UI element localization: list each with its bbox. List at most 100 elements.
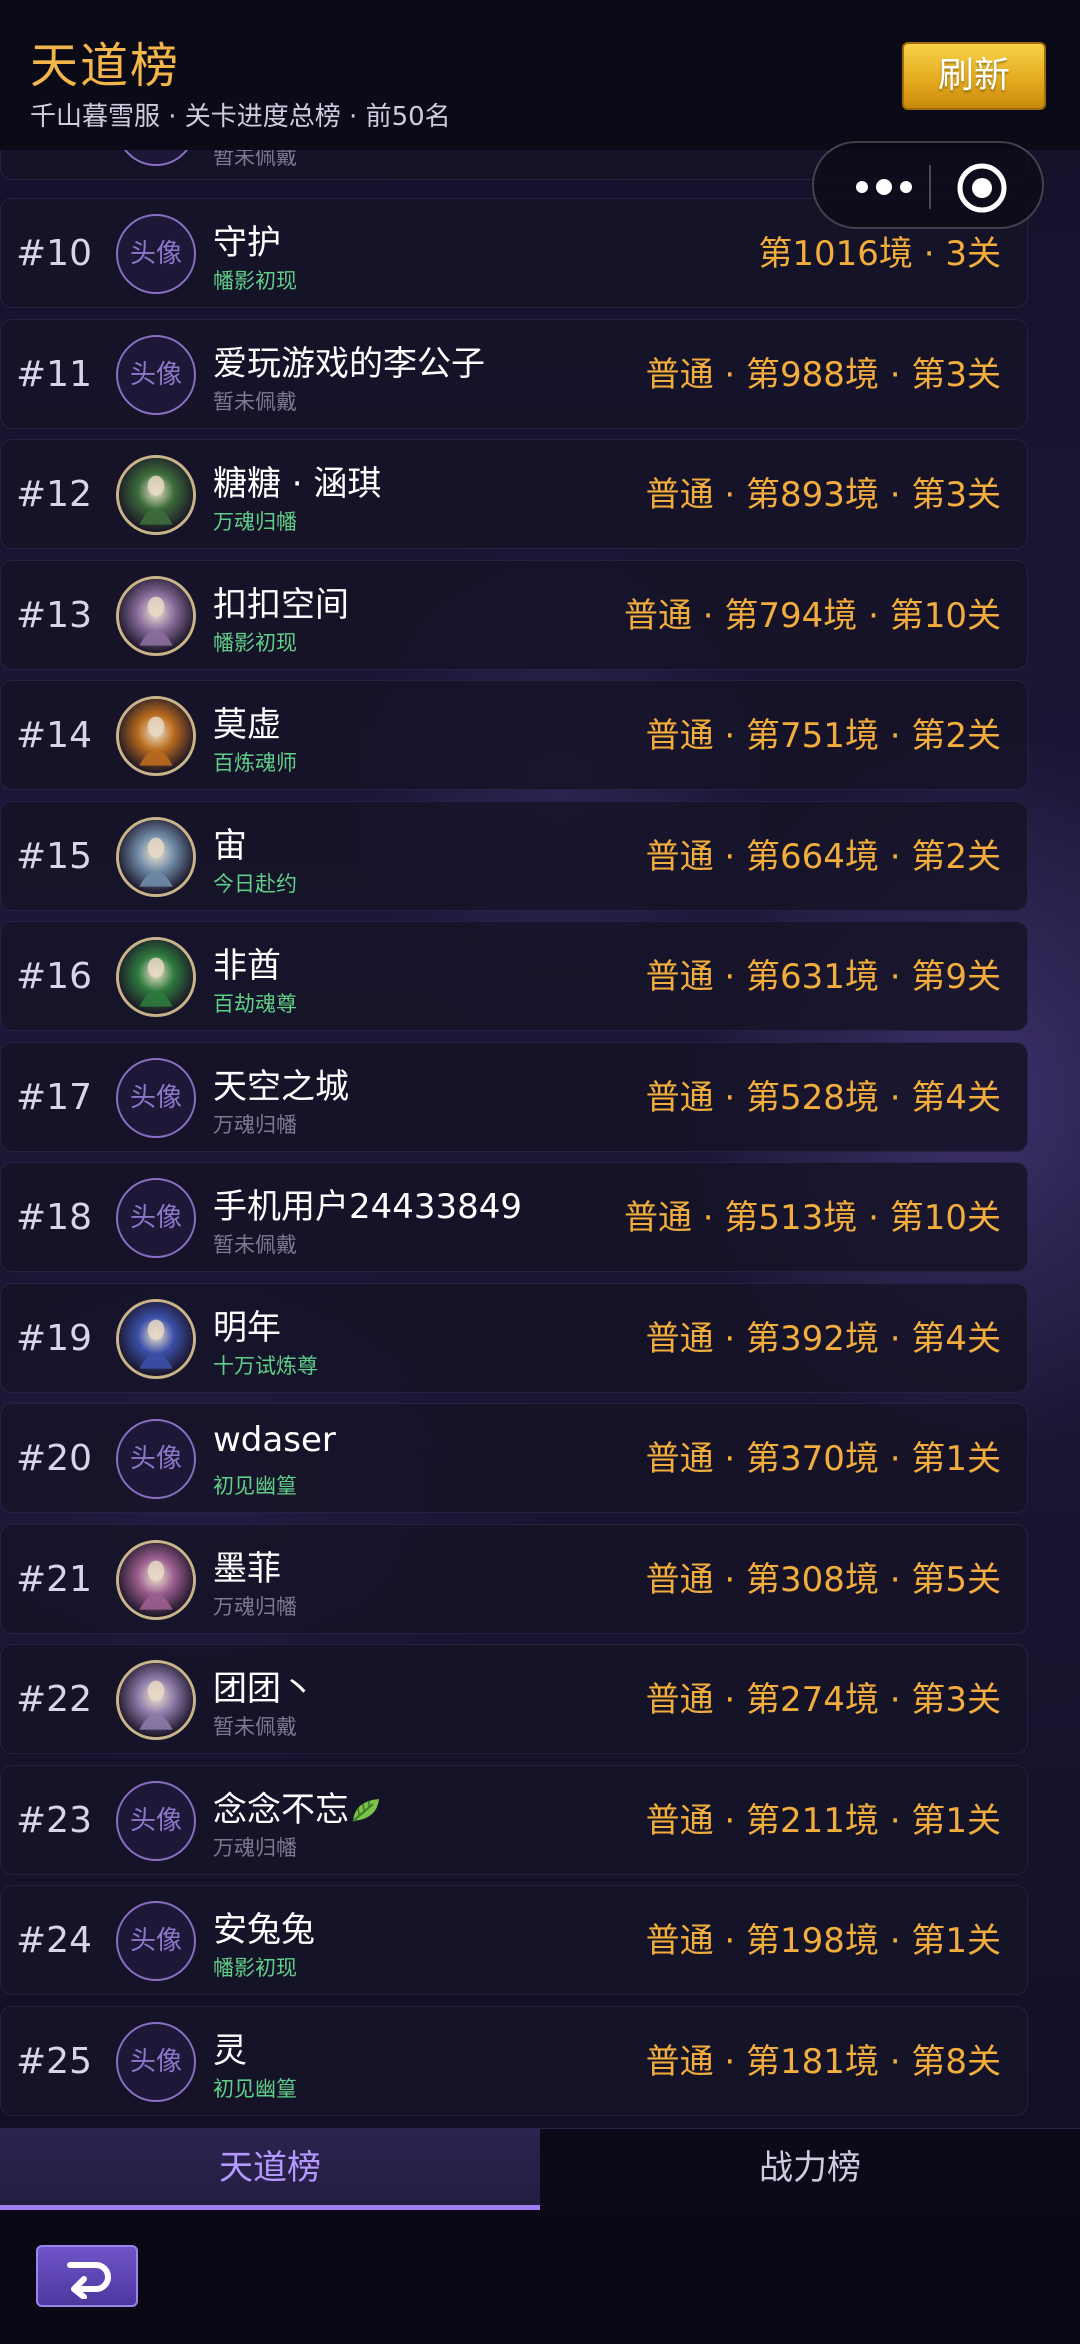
page-title: 天道榜 (30, 38, 181, 94)
ranking-row[interactable]: #22 团团丶 暂未佩戴 普通 · 第274境 · 第3关 (0, 1644, 1028, 1754)
ranking-row[interactable]: #24 头像 安兔兔幡影初现 普通 · 第198境 · 第1关 (0, 1885, 1028, 1995)
ranking-row[interactable]: #23 头像 念念不忘 万魂归幡 普通 · 第211境 · 第1关 (0, 1764, 1028, 1875)
ranking-row[interactable]: #18 头像 手机用户24433849 暂未佩戴 普通 · 第513境 · 第10关 (0, 1162, 1028, 1272)
avatar[interactable]: 头像 (116, 1178, 196, 1258)
rank-number: #14 (16, 715, 92, 756)
rank-number: #10 (16, 233, 92, 274)
player-name: 墨菲 (213, 1541, 281, 1590)
avatar[interactable] (116, 1660, 196, 1740)
rank-number: #11 (16, 353, 92, 395)
player-name: 安兔兔 (213, 1902, 315, 1951)
rank-number: #20 (16, 1438, 92, 1479)
rank-number: #22 (16, 1679, 92, 1720)
title-tag: 万魂归幡 (213, 1835, 297, 1860)
player-name: 扣扣空间 (213, 577, 349, 626)
title-tag: 万魂归幡 (213, 510, 297, 534)
avatar[interactable]: 头像 (116, 214, 196, 294)
ranking-row[interactable]: #25 头像灵初见幽篁 普通 · 第181境 · 第8关 (0, 2005, 1028, 2116)
avatar[interactable] (116, 696, 196, 776)
stage-progress: 普通 · 第308境 · 第5关 (645, 1559, 1001, 1600)
ranking-row[interactable]: #16 非酋 百劫魂尊 普通 · 第631境 · 第9关 (0, 921, 1028, 1031)
title-tag: 万魂归幡 (213, 1594, 297, 1619)
title-tag: 百劫魂尊 (213, 992, 297, 1016)
avatar[interactable] (116, 575, 196, 656)
ranking-row[interactable]: #20 头像 wdaser 初见幽篁 普通 · 第370境 · 第1关 (0, 1403, 1028, 1513)
player-name-text: 手机用户24433849 (213, 1187, 523, 1227)
avatar[interactable]: 头像 (116, 1901, 196, 1981)
title-tag: 今日赴约 (213, 871, 297, 896)
tab-power[interactable]: 战力榜 (540, 2129, 1080, 2211)
ranking-row[interactable]: #12 糖糖 · 涵琪 万魂归幡 普通 · 第893境 · 第3关 (0, 439, 1028, 549)
ranking-list[interactable]: 暂未佩戴 #10 头像 守护 幡影初现 第1016境 · 3关 #11 头像 爱玩游戏的李公子… (0, 150, 1080, 2130)
target-icon[interactable] (954, 160, 1010, 216)
title-tag: 幡影初现 (213, 1956, 297, 1980)
player-name: 念念不忘 (213, 1782, 383, 1831)
avatar-image (119, 699, 193, 773)
rank-number: #16 (16, 956, 92, 997)
ranking-row[interactable]: #21 墨菲 万魂归幡 普通 · 第308境 · 第5关 (0, 1523, 1028, 1634)
capsule-divider (929, 165, 931, 209)
player-name-text: 安兔兔 (213, 1910, 315, 1950)
player-name-text: 扣扣空间 (213, 584, 349, 625)
stage-progress: 普通 · 第274境 · 第3关 (645, 1680, 1001, 1720)
avatar-image (119, 458, 193, 532)
player-name-text: 宙 (213, 825, 247, 866)
avatar[interactable] (116, 1539, 196, 1620)
avatar[interactable]: 头像 (116, 334, 196, 415)
player-name: wdaser (213, 1420, 336, 1460)
player-name: 明年 (213, 1300, 281, 1349)
stage-progress: 普通 · 第198境 · 第1关 (645, 1921, 1001, 1961)
avatar[interactable] (116, 1298, 196, 1379)
stage-progress: 普通 · 第181境 · 第8关 (645, 2041, 1001, 2082)
avatar-image (119, 1301, 193, 1376)
rank-number: #17 (16, 1076, 92, 1118)
ranking-row[interactable]: #13 扣扣空间 幡影初现 普通 · 第794境 · 第10关 (0, 559, 1028, 670)
ranking-row[interactable]: #15 宙今日赴约 普通 · 第664境 · 第2关 (0, 800, 1028, 911)
player-name-text: 念念不忘 (213, 1789, 349, 1830)
player-name: 团团丶 (213, 1661, 315, 1710)
stage-progress: 普通 · 第893境 · 第3关 (645, 475, 1001, 515)
player-name: 爱玩游戏的李公子 (213, 336, 485, 385)
stage-progress: 普通 · 第794境 · 第10关 (623, 595, 1001, 636)
avatar[interactable] (116, 816, 196, 897)
refresh-button[interactable]: 刷新 (902, 42, 1046, 110)
footer (0, 2210, 1080, 2344)
avatar[interactable] (116, 455, 196, 535)
avatar-image (119, 1542, 193, 1617)
title-tag: 暂未佩戴 (213, 389, 297, 414)
player-name: 莫虚 (213, 697, 281, 746)
ranking-row[interactable]: #19 明年 十万试炼尊 普通 · 第392境 · 第4关 (0, 1282, 1028, 1393)
stage-progress: 普通 · 第370境 · 第1关 (645, 1439, 1001, 1479)
stage-progress: 普通 · 第513境 · 第10关 (623, 1198, 1001, 1238)
rank-number: #19 (16, 1317, 92, 1359)
page-subtitle: 千山暮雪服 · 关卡进度总榜 · 前50名 (30, 102, 451, 132)
tab-tiandao[interactable]: 天道榜 (0, 2129, 540, 2211)
avatar[interactable]: 头像 (116, 1419, 196, 1499)
avatar-image (119, 819, 193, 894)
avatar[interactable]: 头像 (116, 2021, 196, 2102)
avatar-image (119, 940, 193, 1014)
player-name: 手机用户24433849 (213, 1179, 522, 1228)
avatar[interactable]: 头像 (116, 1780, 196, 1861)
more-dots-icon[interactable] (844, 167, 924, 207)
ranking-row[interactable]: #17 头像 天空之城 万魂归幡 普通 · 第528境 · 第4关 (0, 1041, 1028, 1152)
player-name-text: 非酋 (213, 946, 281, 986)
player-name: 天空之城 (213, 1059, 349, 1108)
back-button[interactable] (36, 2245, 138, 2307)
title-tag: 暂未佩戴 (213, 150, 297, 169)
back-arrow-icon (67, 2262, 111, 2299)
player-name: 守护 (213, 215, 281, 264)
ranking-row[interactable]: #14 莫虚 百炼魂师 普通 · 第751境 · 第2关 (0, 680, 1028, 790)
player-name-text: wdaser (213, 1420, 336, 1460)
player-name-text: 爱玩游戏的李公子 (213, 343, 485, 384)
player-name-text: 天空之城 (213, 1066, 349, 1107)
player-name-text: 守护 (213, 223, 281, 263)
ranking-row[interactable]: #11 头像 爱玩游戏的李公子 暂未佩戴 普通 · 第988境 · 第3关 (0, 318, 1028, 429)
player-name: 宙 (213, 818, 247, 867)
avatar[interactable] (116, 937, 196, 1017)
title-tag: 幡影初现 (213, 269, 297, 293)
rank-number: #24 (16, 1920, 92, 1961)
title-tag: 万魂归幡 (213, 1112, 297, 1137)
avatar[interactable]: 头像 (116, 1057, 196, 1138)
leaf-icon (352, 1798, 379, 1822)
